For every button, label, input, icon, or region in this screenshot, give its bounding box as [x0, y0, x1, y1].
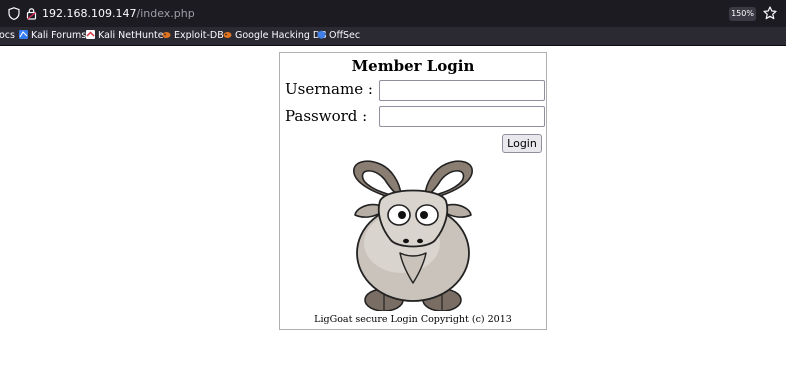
password-input[interactable]	[379, 106, 545, 127]
bookmark-label: OffSec	[329, 30, 361, 41]
url-host: 192.168.109.147	[42, 7, 137, 20]
bookmark-google-hacking-db[interactable]: Google Hacking DB	[223, 29, 327, 43]
bookmarks-toolbar: ocs Kali Forums Kali NetHunter Exploit-D…	[0, 27, 786, 46]
zoom-level-badge[interactable]: 150%	[729, 7, 756, 21]
goat-mascot-image	[353, 160, 473, 311]
url-bar: 192.168.109.147/index.php 150%	[0, 0, 786, 27]
bookmark-label: Kali NetHunter	[98, 30, 168, 41]
username-label: Username :	[285, 80, 373, 98]
login-button[interactable]: Login	[502, 134, 542, 153]
bookmark-label: Exploit-DB	[174, 30, 224, 41]
login-title: Member Login	[351, 57, 475, 75]
lock-icon[interactable]	[26, 7, 37, 20]
bookmark-label: ocs	[0, 30, 15, 41]
exploit-db-icon	[162, 32, 171, 38]
google-hacking-db-icon	[223, 32, 232, 38]
password-label: Password :	[285, 107, 368, 125]
username-input[interactable]	[379, 80, 545, 101]
offsec-icon	[317, 30, 326, 39]
login-form: Member Login Username : Password : Login…	[279, 52, 547, 330]
bookmark-offsec[interactable]: OffSec	[317, 29, 360, 43]
copyright-footer: LigGoat secure Login Copyright (c) 2013	[314, 314, 512, 325]
bookmark-exploit-db[interactable]: Exploit-DB	[162, 29, 224, 43]
bookmark-star-icon[interactable]	[763, 6, 777, 20]
bookmark-kali-forums[interactable]: Kali Forums	[19, 29, 86, 43]
bookmark-label: Kali Forums	[31, 30, 87, 41]
kali-nethunter-icon	[86, 30, 95, 39]
url-text[interactable]: 192.168.109.147/index.php	[42, 6, 195, 21]
kali-forums-icon	[19, 30, 28, 39]
url-path: /index.php	[136, 7, 195, 20]
shield-icon[interactable]	[8, 7, 20, 20]
bookmark-docs[interactable]: ocs	[0, 29, 15, 43]
bookmark-kali-nethunter[interactable]: Kali NetHunter	[86, 29, 168, 43]
bookmark-label: Google Hacking DB	[235, 30, 327, 41]
